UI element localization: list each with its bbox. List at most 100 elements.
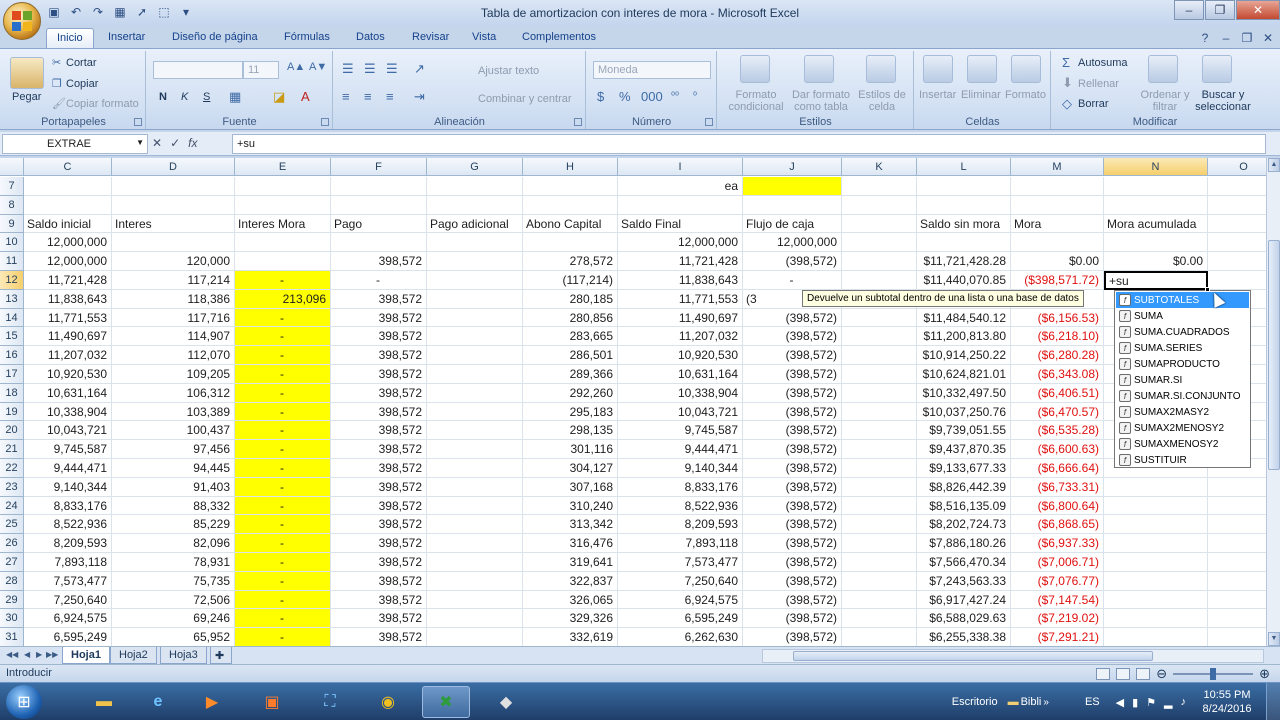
cell-j21[interactable]: (398,572) [743,440,842,459]
cell-k28[interactable] [842,571,917,591]
column-header-g[interactable]: G [427,158,523,176]
cell-j22[interactable]: (398,572) [743,459,842,478]
font-color-icon[interactable]: A [301,89,310,104]
chevron-down-icon[interactable]: ▼ [136,138,144,147]
cell-h13[interactable]: 280,185 [523,289,618,309]
cell-f18[interactable]: 398,572 [331,383,427,403]
cell-i10[interactable]: 12,000,000 [618,233,743,253]
cell-f8[interactable] [331,195,427,215]
cell-m7[interactable] [1011,177,1104,196]
increase-decimal-icon[interactable]: ⁰⁰ [671,91,679,102]
cell-n12[interactable]: +su [1104,271,1208,290]
cell-m15[interactable]: ($6,218.10) [1011,327,1104,347]
cell-c20[interactable]: 10,043,721 [24,421,112,441]
cell-h8[interactable] [523,195,618,215]
name-box[interactable]: EXTRAE ▼ [2,134,148,154]
cell-c31[interactable]: 6,595,249 [24,628,112,646]
cell-n31[interactable] [1104,628,1208,646]
cell-m23[interactable]: ($6,733.31) [1011,477,1104,497]
ribbon-restore-icon[interactable]: ❐ [1239,30,1255,46]
cell-c23[interactable]: 9,140,344 [24,477,112,497]
cell-g30[interactable] [427,609,523,629]
cell-i30[interactable]: 6,595,249 [618,609,743,629]
cell-e28[interactable]: - [235,571,331,591]
cell-h17[interactable]: 289,366 [523,365,618,384]
row-header-30[interactable]: 30 [0,609,24,629]
merge-center-button[interactable]: Combinar y centrar [478,93,572,105]
cell-c22[interactable]: 9,444,471 [24,459,112,478]
cell-e15[interactable]: - [235,327,331,347]
cell-g14[interactable] [427,308,523,328]
volume-icon[interactable]: ◀ [1116,696,1124,709]
cancel-icon[interactable]: ✕ [152,136,162,150]
cell-j15[interactable]: (398,572) [743,327,842,347]
sort-filter-button[interactable]: Ordenar y filtrar [1140,89,1190,113]
screen-recorder-icon[interactable]: ⛶ [306,686,354,718]
cell-i18[interactable]: 10,338,904 [618,383,743,403]
cell-n28[interactable] [1104,571,1208,591]
cell-h21[interactable]: 301,116 [523,440,618,459]
cell-h18[interactable]: 292,260 [523,383,618,403]
cell-m28[interactable]: ($7,076.77) [1011,571,1104,591]
copy-button[interactable]: Copiar [66,78,98,90]
zoom-slider[interactable] [1173,668,1254,680]
cell-j30[interactable]: (398,572) [743,609,842,629]
zoom-slider-thumb[interactable] [1210,668,1217,680]
enter-icon[interactable]: ✓ [170,136,180,150]
paste-icon[interactable] [10,57,44,89]
cell-i13[interactable]: 11,771,553 [618,289,743,309]
cell-c13[interactable]: 11,838,643 [24,289,112,309]
cell-l24[interactable]: $8,516,135.09 [917,496,1011,516]
cell-d8[interactable] [112,195,235,215]
row-header-28[interactable]: 28 [0,571,24,591]
cell-k15[interactable] [842,327,917,347]
cell-f12[interactable]: - [331,271,427,290]
cell-o7[interactable] [1208,177,1266,196]
percent-icon[interactable]: % [619,89,631,104]
cell-j26[interactable]: (398,572) [743,534,842,553]
cell-m11[interactable]: $0.00 [1011,252,1104,271]
tab-revisar[interactable]: Revisar [402,28,459,48]
next-sheet-icon[interactable]: ▶ [36,650,42,659]
cell-n25[interactable] [1104,515,1208,535]
cell-d17[interactable]: 109,205 [112,365,235,384]
office-button[interactable] [3,2,41,40]
last-sheet-icon[interactable]: ▶▶ [46,650,58,659]
cell-k30[interactable] [842,609,917,629]
cell-h27[interactable]: 319,641 [523,553,618,572]
row-header-29[interactable]: 29 [0,590,24,610]
autocomplete-item[interactable]: f SUMA.CUADRADOS [1116,324,1249,340]
cut-button[interactable]: Cortar [66,57,97,69]
cell-m26[interactable]: ($6,937.33) [1011,534,1104,553]
cell-j24[interactable]: (398,572) [743,496,842,516]
language-indicator[interactable]: ES [1085,696,1100,708]
autocomplete-item[interactable]: f SUMAPRODUCTO [1116,356,1249,372]
cell-m16[interactable]: ($6,280.28) [1011,346,1104,365]
row-header-27[interactable]: 27 [0,553,24,572]
clipboard-dialog-launcher[interactable] [134,118,142,126]
align-left-icon[interactable]: ≡ [342,89,350,104]
cell-o26[interactable] [1208,534,1266,553]
cell-d14[interactable]: 117,716 [112,308,235,328]
cell-g24[interactable] [427,496,523,516]
sheet-tab-hoja3[interactable]: Hoja3 [160,647,207,664]
cell-m14[interactable]: ($6,156.53) [1011,308,1104,328]
cell-f14[interactable]: 398,572 [331,308,427,328]
cell-j19[interactable]: (398,572) [743,402,842,422]
align-center-icon[interactable]: ≡ [364,89,372,104]
cell-e10[interactable] [235,233,331,253]
cell-l26[interactable]: $7,886,180.26 [917,534,1011,553]
cell-n30[interactable] [1104,609,1208,629]
explorer-icon[interactable]: ▬ [80,686,128,718]
tab-vista[interactable]: Vista [462,28,506,48]
cell-k25[interactable] [842,515,917,535]
column-header-f[interactable]: F [331,158,427,176]
cell-g21[interactable] [427,440,523,459]
cell-d25[interactable]: 85,229 [112,515,235,535]
cell-d16[interactable]: 112,070 [112,346,235,365]
cell-n9[interactable]: Mora acumulada [1104,214,1208,234]
cell-l8[interactable] [917,195,1011,215]
row-header-26[interactable]: 26 [0,534,24,553]
cell-o8[interactable] [1208,196,1266,215]
alignment-dialog-launcher[interactable] [574,118,582,126]
